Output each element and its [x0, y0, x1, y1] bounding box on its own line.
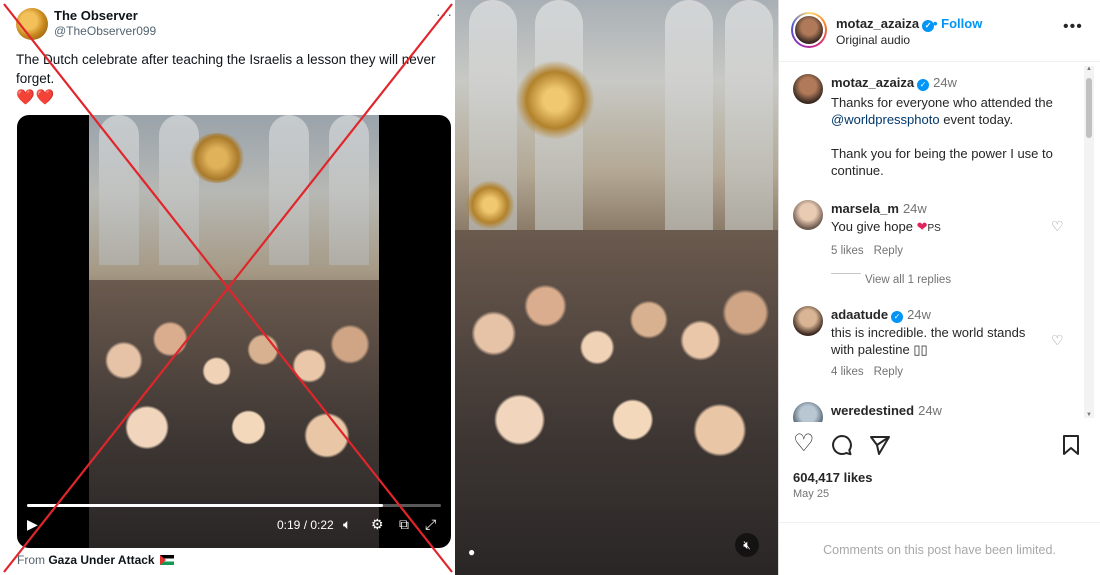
verified-badge-icon: ✓	[917, 79, 930, 91]
tweet-text: The Dutch celebrate after teaching the I…	[16, 52, 436, 86]
like-comment-heart-icon[interactable]: ♡	[1051, 218, 1064, 235]
video-controls: ▶ 0:19 / 0:22 🔈︎ ⚙ ⧉ ⤢	[17, 498, 451, 548]
comment-bubble-icon[interactable]	[831, 434, 853, 456]
video-source-attribution: From Gaza Under Attack	[17, 553, 174, 567]
video-progress-bar[interactable]	[27, 504, 441, 507]
reply-button[interactable]: Reply	[874, 366, 903, 378]
comment-username[interactable]: weredestined	[831, 403, 914, 418]
more-options-icon[interactable]: •••	[1063, 18, 1083, 36]
comment-username[interactable]: adaatude	[831, 307, 888, 322]
caption-time: 24w	[933, 75, 957, 90]
like-heart-icon[interactable]: ♡	[793, 429, 815, 458]
avatar[interactable]	[793, 74, 823, 104]
tweet-panel: The Observer @TheObserver099 ··· The Dut…	[0, 0, 455, 575]
chandelier-image	[465, 180, 515, 230]
comment: weredestined 24w	[831, 403, 942, 418]
verified-badge-icon: ✓	[891, 311, 904, 323]
post-header: motaz_azaiza ✓ • Follow Original audio ••…	[779, 0, 1100, 62]
replies-divider	[831, 273, 861, 274]
avatar[interactable]	[793, 402, 823, 422]
chandelier-image	[515, 60, 595, 140]
comment-username[interactable]: marsela_m	[831, 201, 899, 216]
post-date: May 25	[793, 488, 830, 500]
comment-likes[interactable]: 5 likes	[831, 245, 864, 257]
caption-username[interactable]: motaz_azaiza	[831, 75, 914, 90]
like-comment-heart-icon[interactable]: ♡	[1051, 332, 1064, 349]
crowd-image	[455, 230, 778, 575]
avatar[interactable]	[793, 200, 823, 230]
picture-in-picture-icon[interactable]: ⧉	[399, 516, 409, 533]
tweet-author-handle[interactable]: @TheObserver099	[54, 24, 156, 38]
mute-icon[interactable]: 🔇︎	[735, 533, 759, 557]
save-bookmark-icon[interactable]	[1062, 434, 1080, 456]
share-paper-plane-icon[interactable]	[869, 434, 891, 456]
story-ring[interactable]	[791, 12, 827, 48]
volume-icon[interactable]: 🔈︎	[343, 516, 351, 533]
fullscreen-icon[interactable]: ⤢	[425, 516, 436, 533]
comment: adaatude ✓ 24w this is incredible. the wor…	[831, 307, 1026, 378]
original-audio-link[interactable]: Original audio	[836, 33, 910, 47]
instagram-panel: motaz_azaiza ✓ • Follow Original audio ••…	[778, 0, 1100, 575]
video-source-link[interactable]: Gaza Under Attack	[48, 553, 154, 567]
likes-count[interactable]: 604,417 likes	[793, 470, 873, 485]
scroll-down-arrow-icon[interactable]: ▼	[1084, 412, 1094, 418]
tweet-avatar[interactable]	[16, 8, 48, 40]
avatar[interactable]	[793, 306, 823, 336]
post-author-username[interactable]: motaz_azaiza ✓	[836, 16, 935, 32]
video-time: 0:19 / 0:22	[277, 518, 334, 532]
video-frame	[89, 115, 379, 548]
mention-link[interactable]: @worldpressphoto	[831, 112, 940, 127]
settings-gear-icon[interactable]: ⚙	[371, 516, 384, 533]
comment-likes[interactable]: 4 likes	[831, 366, 864, 378]
follow-button[interactable]: • Follow	[933, 16, 982, 31]
comments-limited-notice: Comments on this post have been limited.	[779, 522, 1100, 575]
post-caption: motaz_azaiza ✓ 24w Thanks for everyone who…	[831, 75, 1053, 178]
tweet-author-name[interactable]: The Observer	[54, 8, 138, 23]
scroll-up-arrow-icon[interactable]: ▲	[1084, 66, 1094, 72]
more-options-icon[interactable]: ···	[436, 6, 453, 22]
tweet-video-player[interactable]: ▶ 0:19 / 0:22 🔈︎ ⚙ ⧉ ⤢	[17, 115, 451, 548]
avatar[interactable]	[793, 14, 825, 46]
scrollbar-thumb[interactable]	[1086, 78, 1092, 138]
play-icon[interactable]: ▶	[27, 516, 38, 533]
reply-button[interactable]: Reply	[874, 245, 903, 257]
comment: marsela_m 24w You give hope ❤PS 5 likes Re…	[831, 201, 941, 257]
comments-scroll-area[interactable]: motaz_azaiza ✓ 24w Thanks for everyone who…	[779, 62, 1093, 422]
tagged-people-icon[interactable]: ●	[468, 545, 475, 559]
comments-scrollbar[interactable]: ▲ ▼	[1084, 66, 1094, 418]
heart-icon: ❤	[916, 219, 928, 234]
instagram-post-media[interactable]	[455, 0, 778, 575]
palestine-flag-icon	[159, 555, 174, 565]
chandelier-image	[187, 133, 247, 183]
view-replies-button[interactable]: View all 1 replies	[865, 274, 951, 286]
post-actions: ♡	[779, 429, 1100, 462]
tweet-hearts-emoji: ❤️❤️	[16, 89, 56, 106]
